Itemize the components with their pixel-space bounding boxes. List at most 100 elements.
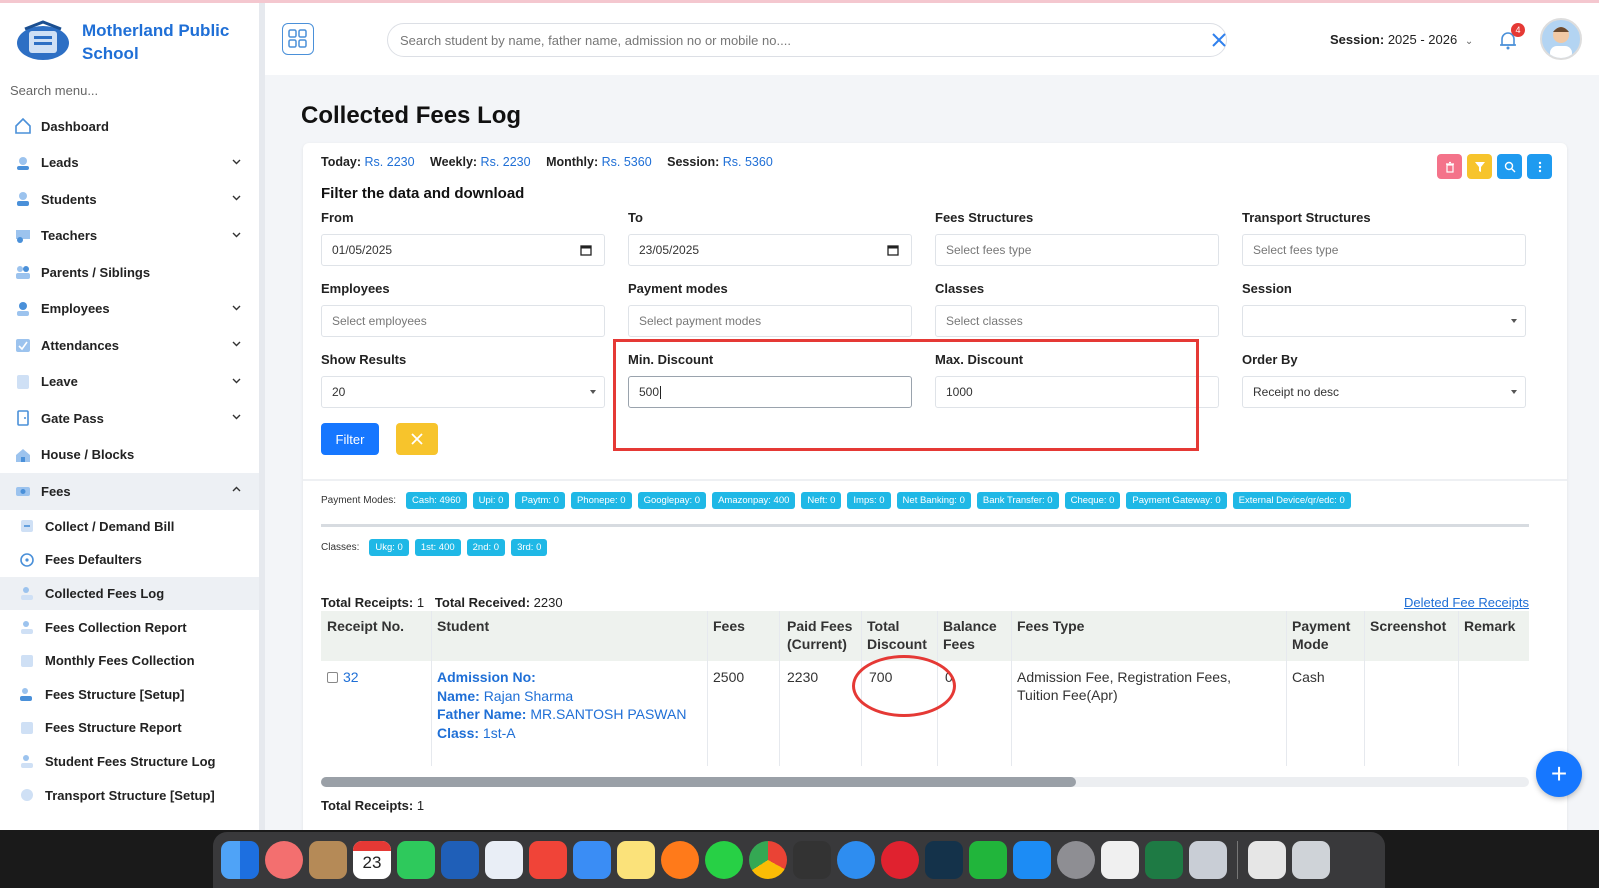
add-fab-button[interactable]: + <box>1536 751 1582 797</box>
sidebar-sub-collected-fees-log[interactable]: Collected Fees Log <box>0 576 259 611</box>
sidebar-item-dashboard[interactable]: Dashboard <box>0 108 259 145</box>
show-results-select[interactable]: 20 <box>321 376 605 408</box>
excel-icon[interactable] <box>1145 841 1183 879</box>
payment-mode-tag: Cheque: 0 <box>1064 492 1121 509</box>
app-store-icon[interactable] <box>1013 841 1051 879</box>
col-screenshot[interactable]: Screenshot <box>1370 617 1446 635</box>
payment-modes-label: Payment modes <box>628 281 728 296</box>
receipt-link[interactable]: 32 <box>343 669 359 685</box>
documents-icon[interactable] <box>1248 841 1286 879</box>
deleted-receipts-link[interactable]: Deleted Fee Receipts <box>1404 595 1529 610</box>
col-balance-fees[interactable]: Balance Fees <box>943 617 997 653</box>
chevron-down-icon <box>232 341 241 347</box>
row-checkbox[interactable] <box>327 672 338 683</box>
opera-icon[interactable] <box>881 841 919 879</box>
safari-icon[interactable] <box>837 841 875 879</box>
sidebar-sub-fees-structure-report[interactable]: Fees Structure Report <box>0 711 259 745</box>
screen-share-icon[interactable] <box>1189 841 1227 879</box>
col-total-discount[interactable]: Total Discount <box>867 617 927 653</box>
to-date-input[interactable]: 23/05/2025 <box>628 234 912 266</box>
more-options-button[interactable] <box>1527 154 1552 179</box>
session-filter-select[interactable] <box>1242 305 1526 337</box>
delete-button[interactable] <box>1437 154 1462 179</box>
sidebar-sub-monthly-fees-collection[interactable]: Monthly Fees Collection <box>0 644 259 678</box>
apps-grid-button[interactable] <box>282 23 314 55</box>
numbers-icon[interactable] <box>969 841 1007 879</box>
table-horizontal-scrollbar[interactable] <box>321 777 1529 787</box>
fees-structures-select[interactable]: Select fees type <box>935 234 1219 266</box>
sidebar-sub-fees-collection-report[interactable]: Fees Collection Report <box>0 610 259 644</box>
system-settings-icon[interactable] <box>1057 841 1095 879</box>
calendar-day: 23 <box>362 853 382 872</box>
close-icon[interactable] <box>1210 31 1228 49</box>
order-by-select[interactable]: Receipt no desc <box>1242 376 1526 408</box>
sidebar-item-leave[interactable]: Leave <box>0 364 259 401</box>
anydesk-icon[interactable] <box>529 841 567 879</box>
payment-modes-select[interactable]: Select payment modes <box>628 305 912 337</box>
trash-icon[interactable] <box>1292 841 1330 879</box>
sidebar-item-fees[interactable]: Fees <box>0 473 259 510</box>
calendar-icon[interactable] <box>887 244 899 256</box>
scrollbar-thumb[interactable] <box>321 777 1076 787</box>
payment-mode-tag: Net Banking: 0 <box>896 492 971 509</box>
mail-icon[interactable] <box>573 841 611 879</box>
sidebar-sub-student-fees-structure-log[interactable]: Student Fees Structure Log <box>0 745 259 779</box>
col-paid-fees[interactable]: Paid Fees (Current) <box>787 617 852 653</box>
col-remark[interactable]: Remark <box>1464 617 1515 635</box>
employees-icon <box>17 301 29 316</box>
col-student[interactable]: Student <box>437 617 489 635</box>
calendar-icon[interactable] <box>580 244 592 256</box>
sidebar-item-teachers[interactable]: Teachers <box>0 218 259 255</box>
sidebar-item-attendances[interactable]: Attendances <box>0 327 259 364</box>
sidebar-sub-transport-structure-setup[interactable]: Transport Structure [Setup] <box>0 778 259 812</box>
sidebar-item-label: Leave <box>41 374 78 390</box>
employees-select[interactable]: Select employees <box>321 305 605 337</box>
filter-toggle-button[interactable] <box>1467 154 1492 179</box>
facetime-icon[interactable] <box>397 841 435 879</box>
app-window: Motherland Public School Search menu... … <box>0 0 1599 830</box>
student-search-input[interactable]: Search student by name, father name, adm… <box>387 23 1227 57</box>
launchpad-icon[interactable] <box>265 841 303 879</box>
sublime-icon[interactable] <box>793 841 831 879</box>
school-logo[interactable]: Motherland Public School <box>12 13 259 73</box>
sidebar-item-employees[interactable]: Employees <box>0 291 259 328</box>
admin-app-icon[interactable] <box>485 841 523 879</box>
user-avatar[interactable] <box>1540 18 1582 60</box>
transport-structures-select[interactable]: Select fees type <box>1242 234 1526 266</box>
from-date-input[interactable]: 01/05/2025 <box>321 234 605 266</box>
sidebar-sub-fees-defaulters[interactable]: Fees Defaulters <box>0 543 259 577</box>
name-value[interactable]: Rajan Sharma <box>484 688 574 704</box>
col-fees-type[interactable]: Fees Type <box>1017 617 1084 635</box>
sidebar-item-parents[interactable]: Parents / Siblings <box>0 254 259 291</box>
classes-select[interactable]: Select classes <box>935 305 1219 337</box>
trash-icon <box>1445 161 1454 173</box>
terminal-icon[interactable] <box>925 841 963 879</box>
class-tag: 2nd: 0 <box>466 539 506 556</box>
windows-app-icon[interactable] <box>1101 841 1139 879</box>
sidebar-item-leads[interactable]: Leads <box>0 145 259 182</box>
sidebar-sub-collect-demand-bill[interactable]: Collect / Demand Bill <box>0 510 259 544</box>
filter-button[interactable]: Filter <box>321 423 379 455</box>
contacts-icon[interactable] <box>309 841 347 879</box>
transport-setup-icon <box>21 789 33 802</box>
col-receipt-no[interactable]: Receipt No. <box>327 617 404 635</box>
chrome-icon[interactable] <box>749 841 787 879</box>
calendar-icon[interactable]: 23 <box>353 841 391 879</box>
clear-filter-button[interactable] <box>396 423 438 455</box>
sidebar-search-input[interactable]: Search menu... <box>10 83 98 98</box>
col-fees[interactable]: Fees <box>713 617 745 635</box>
firefox-icon[interactable] <box>661 841 699 879</box>
vidmeny-icon[interactable] <box>441 841 479 879</box>
sidebar-item-house-blocks[interactable]: House / Blocks <box>0 437 259 474</box>
payment-mode-cell: Cash <box>1292 669 1325 685</box>
session-selector[interactable]: Session: 2025 - 2026 ⌄ <box>1330 32 1473 47</box>
col-payment-mode[interactable]: Payment Mode <box>1292 617 1350 653</box>
sidebar-sub-fees-structure-setup[interactable]: Fees Structure [Setup] <box>0 677 259 711</box>
finder-icon[interactable] <box>221 841 259 879</box>
search-button[interactable] <box>1497 154 1522 179</box>
sidebar-item-students[interactable]: Students <box>0 181 259 218</box>
collect-bill-icon <box>21 520 33 533</box>
notes-icon[interactable] <box>617 841 655 879</box>
sidebar-item-gate-pass[interactable]: Gate Pass <box>0 400 259 437</box>
whatsapp-icon[interactable] <box>705 841 743 879</box>
